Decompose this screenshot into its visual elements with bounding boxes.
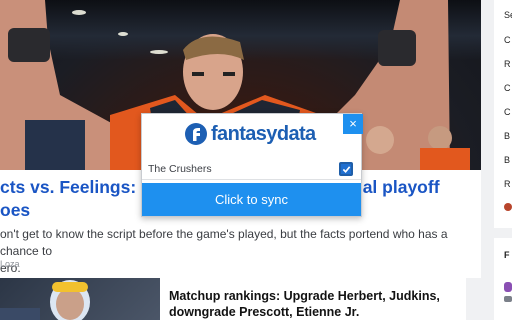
sidebar-item[interactable]: Se — [504, 10, 512, 20]
sidebar-item[interactable]: B — [504, 131, 510, 141]
team-checkbox[interactable] — [339, 162, 353, 176]
brand-name: fantasydata — [211, 122, 316, 145]
article-byline[interactable]: Loza — [0, 259, 20, 269]
article-card[interactable]: Matchup rankings: Upgrade Herbert, Judki… — [0, 278, 466, 320]
fantasydata-sync-popup: fantasydata × The Crushers Click to sync — [141, 113, 363, 217]
fantasydata-logo-icon — [185, 123, 207, 145]
headline-text-line2[interactable]: oes — [0, 200, 30, 220]
sidebar-item[interactable]: C — [504, 35, 511, 45]
sidebar-item[interactable]: B — [504, 155, 510, 165]
headline-text[interactable]: cts vs. Feelings: E — [0, 177, 153, 197]
sidebar-panel-secondary: F — [494, 238, 512, 320]
sidebar-item[interactable]: C — [504, 83, 511, 93]
team-logo-icon — [504, 296, 512, 302]
card-title[interactable]: Matchup rankings: Upgrade Herbert, Judki… — [169, 288, 459, 320]
page-gutter — [481, 0, 494, 320]
article-summary: on't get to know the script before the g… — [0, 227, 448, 275]
team-name: The Crushers — [148, 163, 212, 175]
football-icon — [504, 203, 512, 211]
sidebar-item[interactable]: C — [504, 107, 511, 117]
sync-button[interactable]: Click to sync — [142, 183, 361, 216]
article-thumbnail[interactable] — [0, 278, 160, 320]
sidebar-item[interactable]: R — [504, 179, 511, 189]
close-button[interactable]: × — [343, 114, 363, 134]
sidebar-panel: Se C R C C B B R — [494, 0, 512, 228]
fantasydata-logo: fantasydata — [184, 121, 316, 147]
player-thumbnail-photo — [0, 280, 90, 320]
sidebar-section-label: F — [504, 250, 510, 260]
checkmark-icon — [342, 166, 351, 173]
team-row[interactable]: The Crushers — [142, 158, 361, 180]
headline-text-tail[interactable]: al playoff — [363, 177, 440, 197]
team-logo-icon — [504, 282, 512, 292]
sidebar-item[interactable]: R — [504, 59, 511, 69]
